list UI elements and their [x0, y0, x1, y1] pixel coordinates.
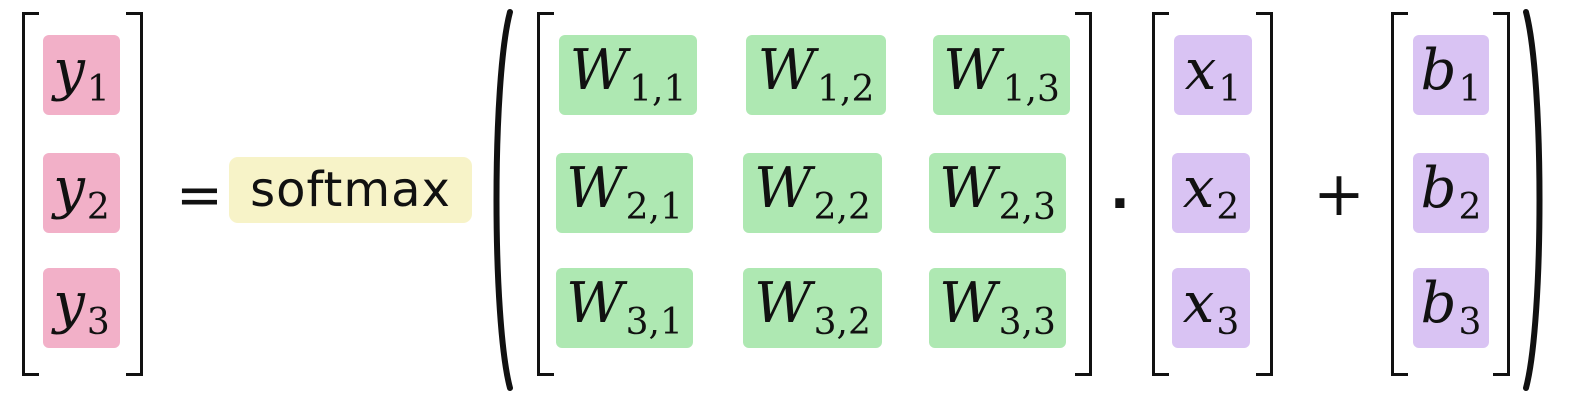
- weight-cell-1-1: W1,1: [559, 35, 697, 115]
- weight-cell-2-3: W2,3: [929, 153, 1066, 233]
- bias-cell-3: b3: [1413, 268, 1489, 348]
- input-bracket-left: [1152, 12, 1169, 376]
- bias-cell-2: b2: [1413, 153, 1489, 233]
- output-bracket-right: [126, 12, 143, 376]
- weights-bracket-left: [537, 12, 554, 376]
- dot-operator: ·: [1110, 174, 1130, 234]
- bias-cell-1: b1: [1413, 35, 1489, 115]
- weight-cell-1-3: W1,3: [933, 35, 1070, 115]
- weight-cell-3-2: W3,2: [743, 268, 882, 348]
- input-cell-1: x1: [1174, 35, 1252, 115]
- close-parenthesis: [1523, 9, 1543, 391]
- equals-sign: =: [176, 163, 223, 228]
- bias-bracket-left: [1391, 12, 1408, 376]
- output-cell-2: y2: [43, 153, 120, 233]
- input-cell-2: x2: [1172, 153, 1250, 233]
- output-cell-3: y3: [43, 268, 120, 348]
- bias-bracket-right: [1493, 12, 1510, 376]
- open-parenthesis: [493, 9, 513, 391]
- softmax-equation-diagram: y1 y2 y3 = softmax W1,1 W1,2 W1,3 W2,1 W…: [0, 0, 1586, 401]
- weight-cell-2-1: W2,1: [556, 153, 693, 233]
- input-cell-3: x3: [1172, 268, 1250, 348]
- plus-operator: +: [1313, 157, 1365, 230]
- weight-cell-2-2: W2,2: [743, 153, 882, 233]
- input-bracket-right: [1256, 12, 1273, 376]
- weight-cell-3-1: W3,1: [556, 268, 693, 348]
- output-bracket-left: [22, 12, 39, 376]
- weight-cell-3-3: W3,3: [929, 268, 1066, 348]
- weights-bracket-right: [1075, 12, 1092, 376]
- output-cell-1: y1: [43, 35, 120, 115]
- softmax-function-label: softmax: [229, 157, 472, 223]
- weight-cell-1-2: W1,2: [746, 35, 886, 115]
